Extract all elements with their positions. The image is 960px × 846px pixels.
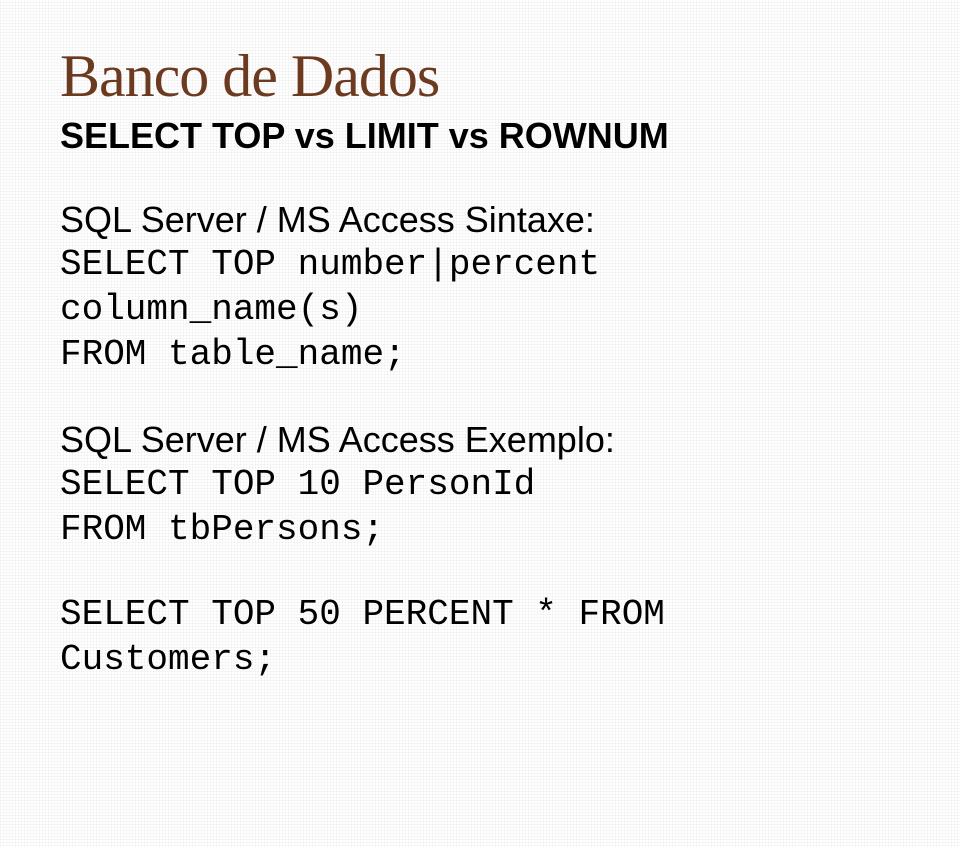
syntax-block: SQL Server / MS Access Sintaxe: SELECT T… [60,197,900,377]
example2-block: SELECT TOP 50 PERCENT * FROM Customers; [60,592,900,682]
slide-subtitle: SELECT TOP vs LIMIT vs ROWNUM [60,115,900,157]
slide: Banco de Dados SELECT TOP vs LIMIT vs RO… [0,0,960,846]
example-block: SQL Server / MS Access Exemplo: SELECT T… [60,417,900,552]
example2-code: SELECT TOP 50 PERCENT * FROM Customers; [60,592,900,682]
syntax-code: SELECT TOP number|percent column_name(s)… [60,242,900,377]
slide-title: Banco de Dados [60,42,900,111]
example-label: SQL Server / MS Access Exemplo: [60,417,900,462]
syntax-label: SQL Server / MS Access Sintaxe: [60,197,900,242]
example-code: SELECT TOP 10 PersonId FROM tbPersons; [60,462,900,552]
